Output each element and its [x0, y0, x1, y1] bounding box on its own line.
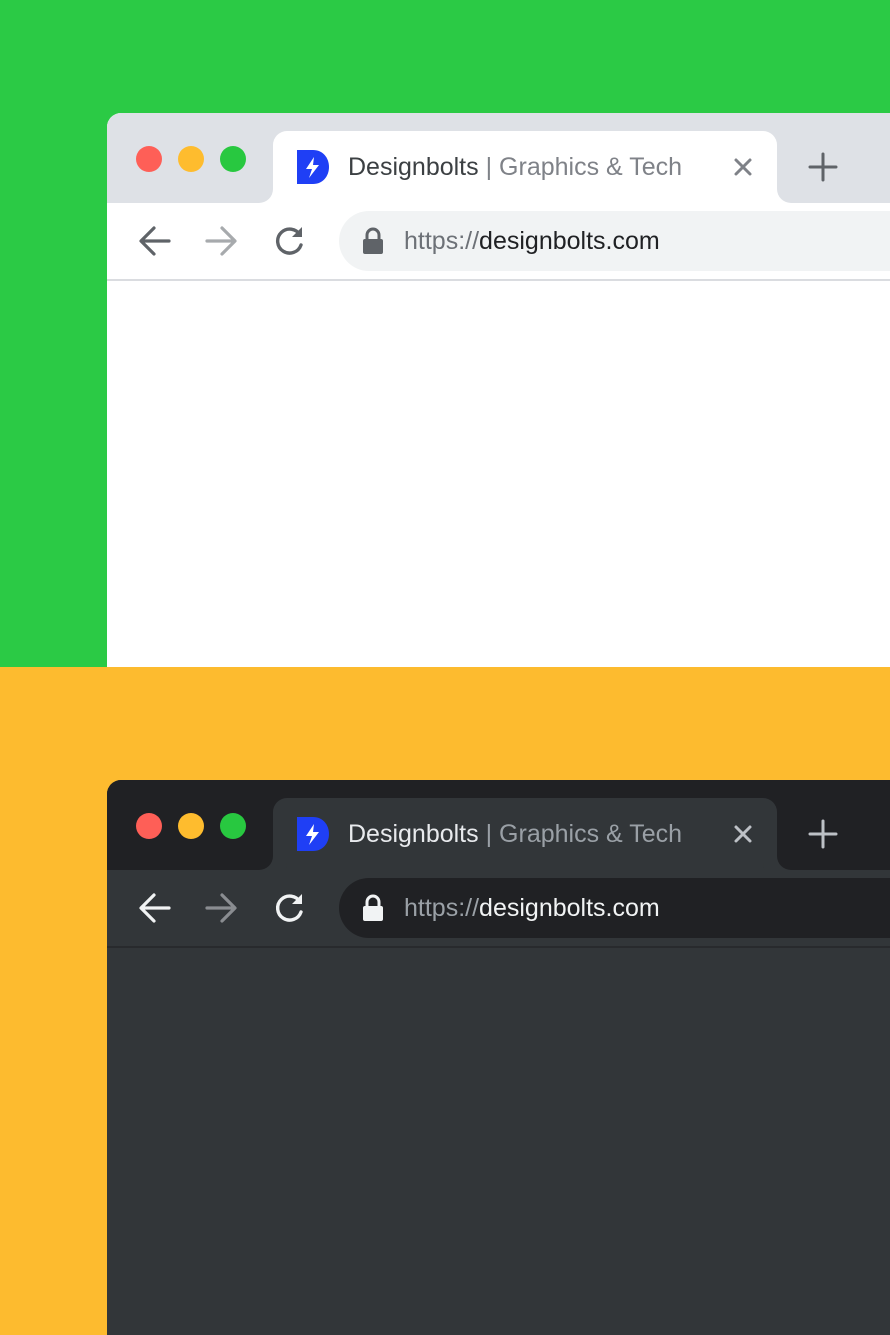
browser-toolbar: https://designbolts.com [107, 870, 890, 948]
close-icon[interactable] [731, 822, 755, 846]
window-minimize-button[interactable] [178, 813, 204, 839]
address-bar[interactable]: https://designbolts.com [339, 211, 890, 271]
window-minimize-button[interactable] [178, 146, 204, 172]
tab-title: Designbolts | Graphics & Tech [348, 151, 682, 183]
designbolts-bolt-icon [297, 150, 329, 184]
page-content-area [107, 948, 890, 1335]
tab-title-name: Designbolts [348, 153, 479, 181]
window-close-button[interactable] [136, 146, 162, 172]
address-bar[interactable]: https://designbolts.com [339, 878, 890, 938]
lock-icon [363, 894, 383, 921]
url-host: designbolts.com [479, 227, 660, 255]
window-maximize-button[interactable] [220, 146, 246, 172]
designbolts-bolt-icon [297, 817, 329, 851]
page-content-area [107, 281, 890, 667]
arrow-left-icon[interactable] [137, 890, 173, 926]
dark-theme-panel: Designbolts | Graphics & Tech https://de… [0, 667, 890, 1335]
tab-strip: Designbolts | Graphics & Tech [107, 780, 890, 888]
reload-icon[interactable] [271, 890, 307, 926]
browser-window-dark: Designbolts | Graphics & Tech https://de… [107, 780, 890, 1335]
window-close-button[interactable] [136, 813, 162, 839]
arrow-left-icon[interactable] [137, 223, 173, 259]
url-scheme: https:// [404, 894, 480, 922]
plus-icon[interactable] [807, 151, 839, 183]
tab-title-separator: | [485, 820, 493, 848]
reload-icon[interactable] [271, 223, 307, 259]
tab-title-subtitle: Graphics & Tech [499, 153, 683, 181]
light-theme-panel: Designbolts | Graphics & Tech https://de… [0, 0, 890, 667]
tab-title-separator: | [485, 153, 493, 181]
url-text: https://designbolts.com [404, 225, 660, 257]
tab-title-name: Designbolts [348, 820, 479, 848]
lock-icon [363, 227, 383, 254]
browser-toolbar: https://designbolts.com [107, 203, 890, 281]
close-icon[interactable] [731, 155, 755, 179]
tab-title-subtitle: Graphics & Tech [499, 820, 683, 848]
arrow-right-icon[interactable] [203, 223, 239, 259]
plus-icon[interactable] [807, 818, 839, 850]
url-scheme: https:// [404, 227, 480, 255]
arrow-right-icon[interactable] [203, 890, 239, 926]
tab-strip: Designbolts | Graphics & Tech [107, 113, 890, 221]
url-text: https://designbolts.com [404, 892, 660, 924]
tab-title: Designbolts | Graphics & Tech [348, 818, 682, 850]
url-host: designbolts.com [479, 894, 660, 922]
browser-window-light: Designbolts | Graphics & Tech https://de… [107, 113, 890, 667]
window-maximize-button[interactable] [220, 813, 246, 839]
